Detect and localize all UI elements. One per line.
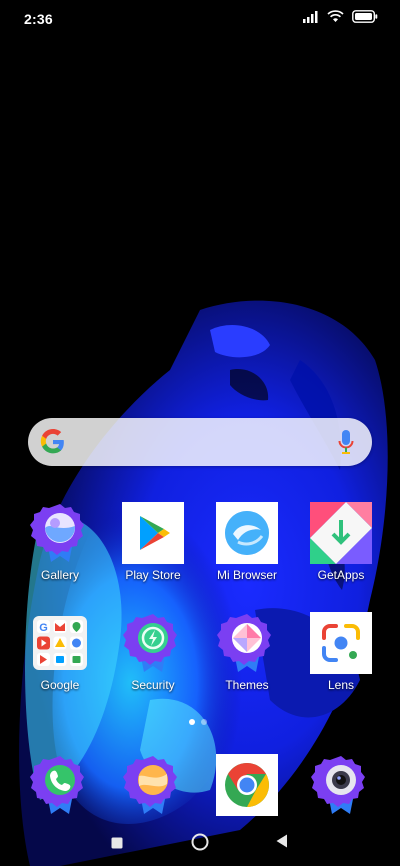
app-gallery[interactable]: Gallery [15, 502, 105, 582]
app-label: Security [131, 678, 175, 692]
app-label: Gallery [40, 568, 79, 582]
camera-icon [310, 754, 372, 816]
home-button[interactable] [191, 833, 209, 856]
signal-icon [303, 10, 319, 28]
status-bar: 2:36 [0, 0, 400, 36]
navigation-bar [0, 828, 400, 858]
themes-icon [216, 612, 278, 674]
google-g-icon [40, 429, 66, 460]
app-lens[interactable]: Lens [296, 612, 386, 692]
app-label: Mi Browser [216, 568, 277, 582]
app-getapps[interactable]: GetApps [296, 502, 386, 582]
page-dot-active [189, 719, 195, 725]
google-folder-icon: G [29, 612, 91, 674]
messages-icon [122, 754, 184, 816]
app-label: Lens [327, 678, 355, 692]
app-label: Play Store [125, 568, 181, 582]
getapps-icon [310, 502, 372, 564]
app-label: Google [40, 678, 80, 692]
recents-button[interactable] [111, 836, 123, 854]
dock-messages[interactable] [108, 754, 198, 816]
app-security[interactable]: Security [108, 612, 198, 692]
dock-camera[interactable] [296, 754, 386, 816]
microphone-icon[interactable] [338, 430, 354, 459]
app-mi-browser[interactable]: Mi Browser [202, 502, 292, 582]
page-dot [201, 719, 207, 725]
status-time: 2:36 [24, 11, 53, 27]
app-label: GetApps [317, 568, 365, 582]
app-themes[interactable]: Themes [202, 612, 292, 692]
gallery-icon [29, 502, 91, 564]
status-icons [303, 10, 378, 28]
dock-chrome[interactable] [202, 754, 292, 816]
page-indicator [189, 719, 207, 725]
phone-icon [29, 754, 91, 816]
back-button[interactable] [276, 834, 288, 853]
app-play-store[interactable]: Play Store [108, 502, 198, 582]
mi-browser-icon [216, 502, 278, 564]
google-search-bar[interactable] [28, 418, 372, 466]
svg-text:G: G [39, 622, 48, 634]
chrome-icon [216, 754, 278, 816]
app-google-folder[interactable]: G Google [15, 612, 105, 692]
app-label: Themes [225, 678, 269, 692]
lens-icon [310, 612, 372, 674]
security-icon [122, 612, 184, 674]
play-store-icon [122, 502, 184, 564]
wifi-icon [327, 10, 344, 28]
battery-icon [352, 10, 378, 28]
dock-phone[interactable] [15, 754, 105, 816]
